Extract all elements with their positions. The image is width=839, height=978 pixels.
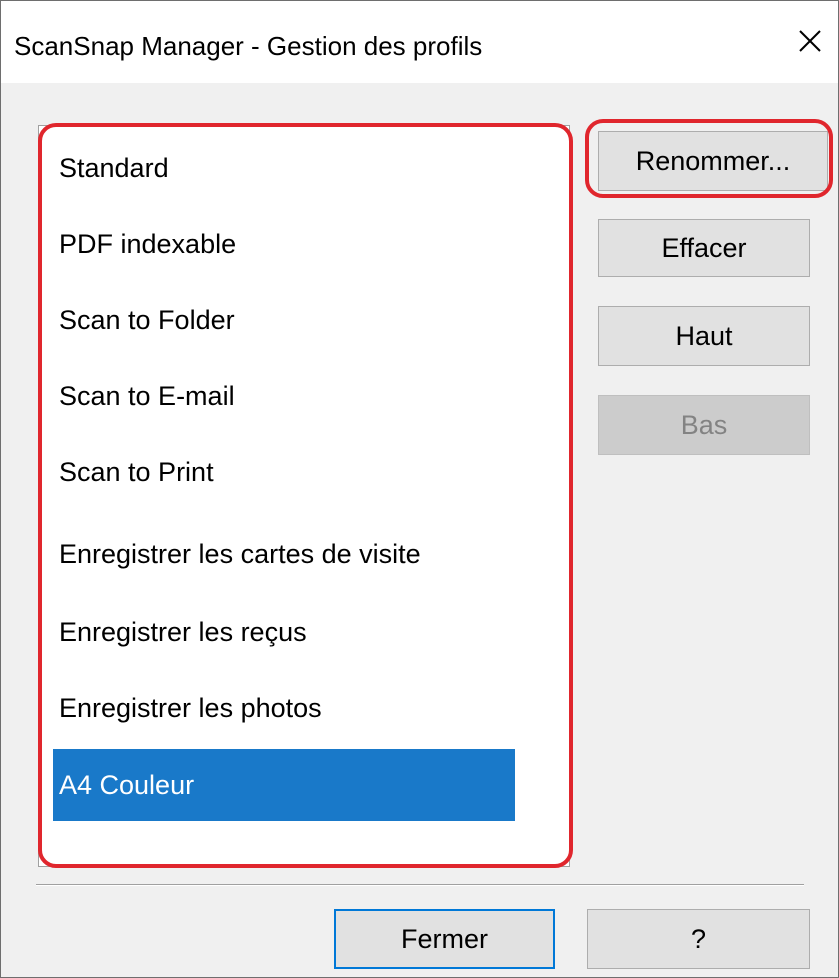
profile-management-dialog: ScanSnap Manager - Gestion des profils S… [0,0,839,978]
list-item-scan-to-email[interactable]: Scan to E-mail [53,360,515,432]
list-item-pdf-indexable[interactable]: PDF indexable [53,208,515,280]
delete-button[interactable]: Effacer [598,219,810,277]
profile-list[interactable]: Standard PDF indexable Scan to Folder Sc… [38,125,570,867]
up-button[interactable]: Haut [598,306,810,366]
close-dialog-button[interactable]: Fermer [334,909,555,969]
list-item-business-cards[interactable]: Enregistrer les cartes de visite [53,518,515,590]
list-item-a4-couleur[interactable]: A4 Couleur [53,749,515,821]
window-title: ScanSnap Manager - Gestion des profils [14,31,483,61]
title-bar[interactable]: ScanSnap Manager - Gestion des profils [1,1,838,83]
list-item-standard[interactable]: Standard [53,132,515,204]
close-button[interactable] [788,21,832,65]
footer-separator [36,884,804,886]
list-item-scan-to-print[interactable]: Scan to Print [53,436,515,508]
down-button[interactable]: Bas [598,395,810,455]
list-item-photos[interactable]: Enregistrer les photos [53,672,515,744]
list-item-receipts[interactable]: Enregistrer les reçus [53,596,515,668]
rename-button[interactable]: Renommer... [598,131,828,191]
list-item-scan-to-folder[interactable]: Scan to Folder [53,284,515,356]
close-icon [798,29,822,58]
help-button[interactable]: ? [587,909,810,969]
